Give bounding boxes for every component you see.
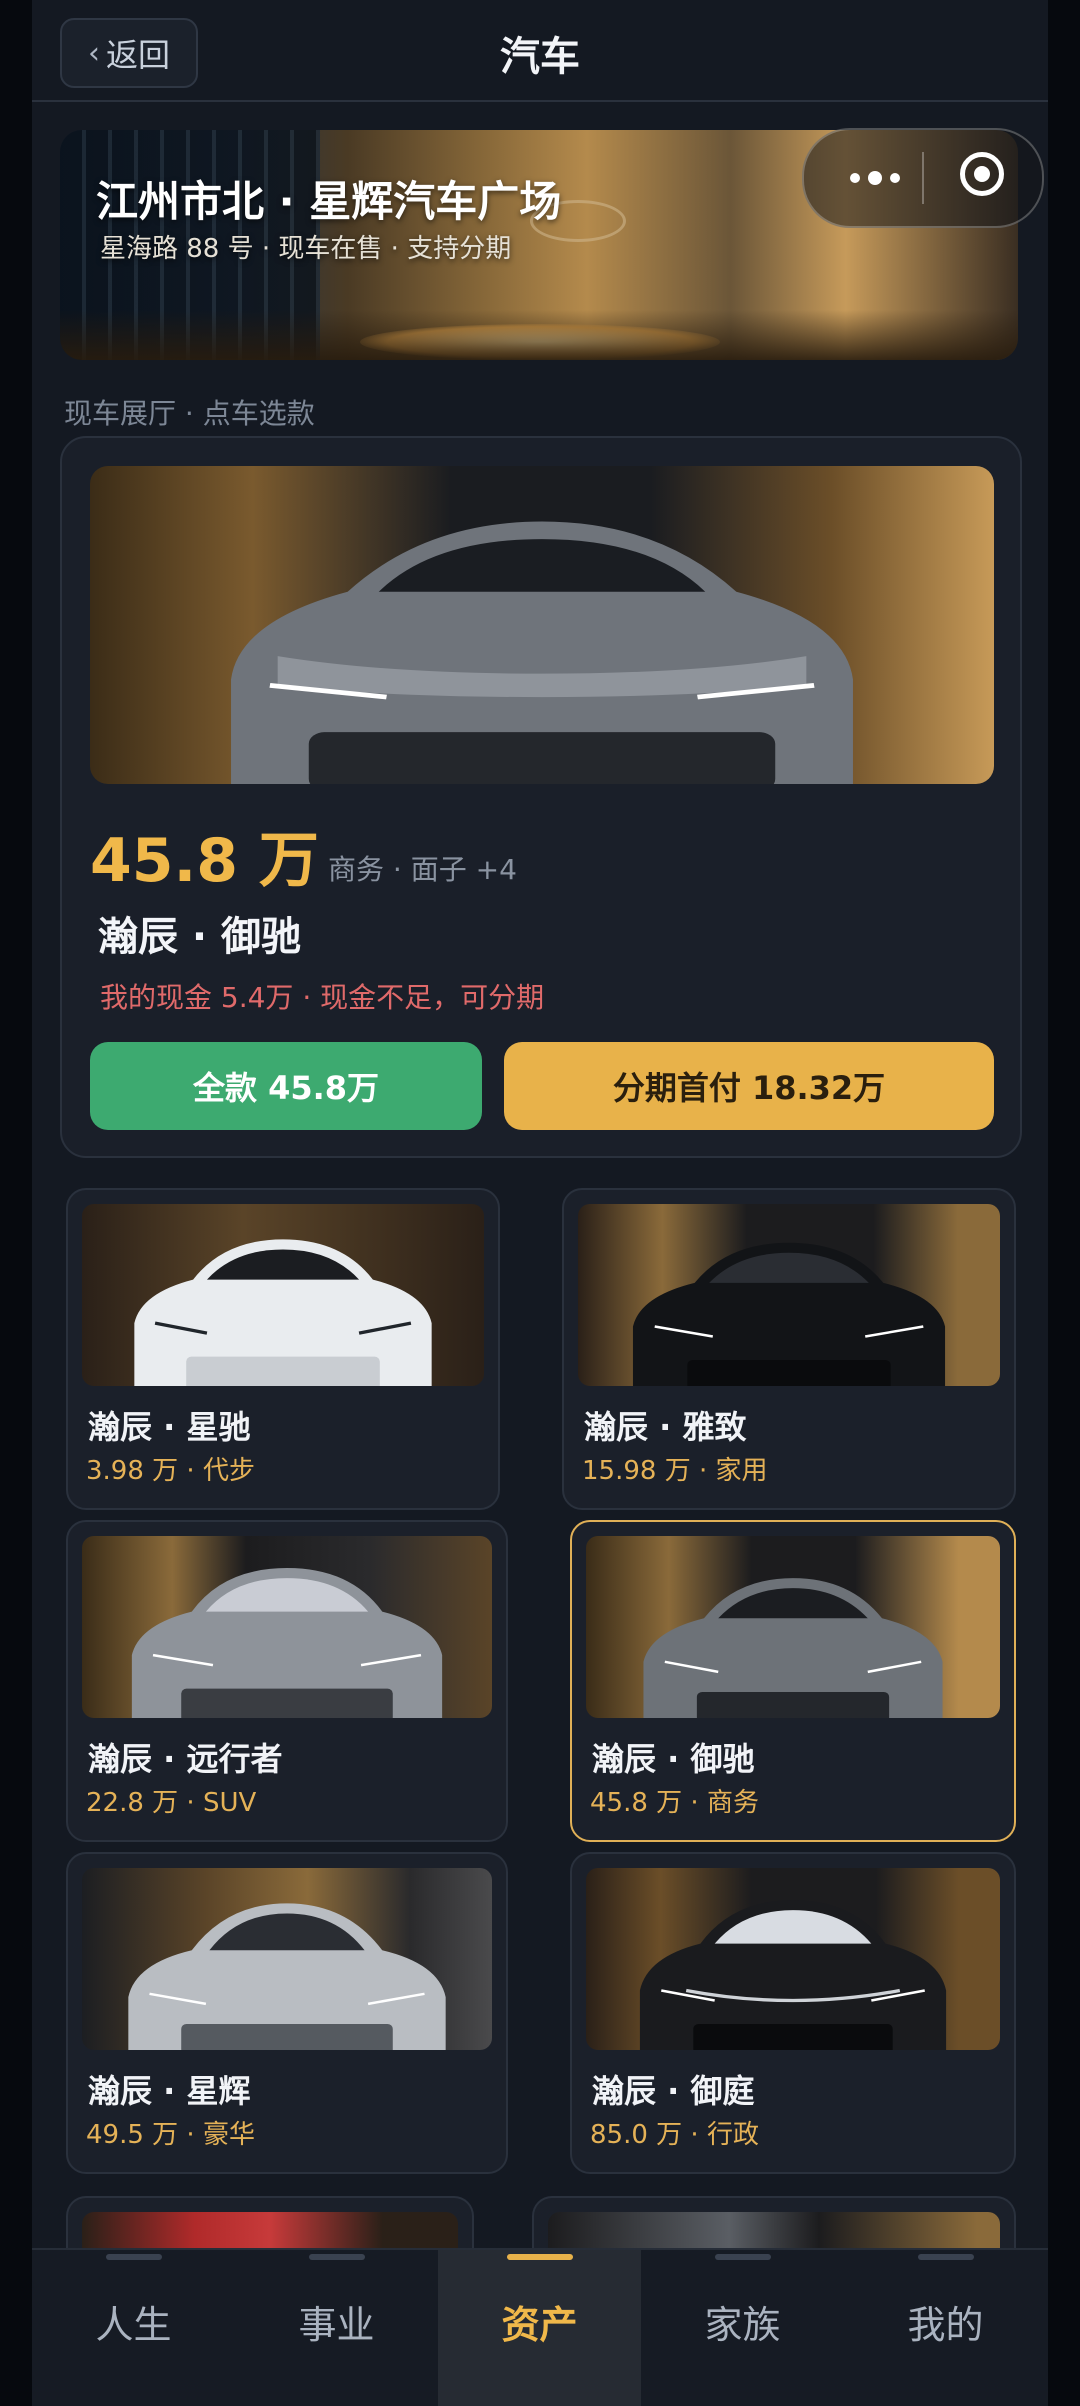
bottom-tab-bar: 人生 事业 资产 家族 我的 [32, 2248, 1048, 2406]
showroom-title: 江州市北 · 星辉汽车广场 [96, 177, 562, 226]
tab-label: 家族 [704, 2303, 781, 2347]
car-thumbnail [82, 1868, 492, 2050]
car-name: 瀚辰 · 星辉 [88, 2072, 251, 2110]
tab-label: 资产 [501, 2303, 578, 2347]
more-dots-icon[interactable] [830, 130, 920, 226]
car-price-meta: 49.5 万 · 豪华 [86, 2120, 255, 2150]
car-illustration [134, 1239, 432, 1386]
right-gutter [1048, 0, 1080, 2406]
showroom-subtitle: 星海路 88 号 · 现车在售 · 支持分期 [100, 234, 512, 264]
car-name: 瀚辰 · 御庭 [592, 2072, 755, 2110]
tab-family[interactable]: 家族 [641, 2250, 844, 2406]
installment-button[interactable]: 分期首付 18.32万 [504, 1042, 994, 1130]
tab-assets[interactable]: 资产 [438, 2250, 641, 2406]
featured-car-illustration [231, 521, 853, 784]
left-gutter [0, 0, 32, 2406]
car-name: 瀚辰 · 雅致 [584, 1408, 747, 1446]
tab-label: 事业 [298, 2303, 375, 2347]
featured-car-image [90, 466, 994, 784]
car-thumbnail [82, 1536, 492, 1718]
featured-car-card: 45.8 万 商务 · 面子 +4 瀚辰 · 御驰 我的现金 5.4万 · 现金… [60, 436, 1022, 1158]
showroom-floor [60, 310, 1018, 360]
tab-indicator [309, 2254, 365, 2260]
car-card-5[interactable]: 瀚辰 · 御庭 85.0 万 · 行政 [570, 1852, 1016, 2174]
cash-status-note: 我的现金 5.4万 · 现金不足，可分期 [100, 981, 545, 1014]
tab-mine[interactable]: 我的 [844, 2250, 1047, 2406]
featured-tags: 商务 · 面子 +4 [328, 853, 517, 886]
tab-indicator [507, 2254, 573, 2260]
car-card-2[interactable]: 瀚辰 · 远行者 22.8 万 · SUV [66, 1520, 508, 1842]
car-price-meta: 15.98 万 · 家用 [582, 1456, 768, 1486]
featured-car-name: 瀚辰 · 御驰 [98, 914, 302, 960]
car-thumbnail [82, 1204, 484, 1386]
car-card-4[interactable]: 瀚辰 · 星辉 49.5 万 · 豪华 [66, 1852, 508, 2174]
car-price-meta: 45.8 万 · 商务 [590, 1788, 759, 1818]
tab-indicator [106, 2254, 162, 2260]
car-thumbnail [578, 1204, 1000, 1386]
car-price-meta: 3.98 万 · 代步 [86, 1456, 255, 1486]
car-name: 瀚辰 · 远行者 [88, 1740, 283, 1778]
car-illustration [639, 1899, 947, 2050]
car-illustration [128, 1903, 446, 2050]
car-price-meta: 85.0 万 · 行政 [590, 2120, 759, 2150]
car-name: 瀚辰 · 星驰 [88, 1408, 251, 1446]
page-title: 汽车 [500, 34, 580, 80]
app-frame: ‹ 返回 汽车 江州市北 · 星辉汽车广场 星海路 88 号 · 现车在售 · … [32, 0, 1048, 2406]
car-card-0[interactable]: 瀚辰 · 星驰 3.98 万 · 代步 [66, 1188, 500, 1510]
tab-label: 我的 [907, 2303, 984, 2347]
car-illustration [632, 1242, 946, 1386]
section-label: 现车展厅 · 点车选款 [64, 397, 315, 430]
car-illustration [131, 1567, 443, 1718]
full-payment-button[interactable]: 全款 45.8万 [90, 1042, 482, 1130]
car-name: 瀚辰 · 御驰 [592, 1740, 755, 1778]
tab-label: 人生 [95, 2303, 172, 2347]
tab-career[interactable]: 事业 [235, 2250, 438, 2406]
car-card-1[interactable]: 瀚辰 · 雅致 15.98 万 · 家用 [562, 1188, 1016, 1510]
car-thumbnail [586, 1536, 1000, 1718]
miniapp-capsule [802, 128, 1044, 228]
car-illustration [643, 1577, 943, 1718]
tab-life[interactable]: 人生 [32, 2250, 235, 2406]
car-price-meta: 22.8 万 · SUV [86, 1788, 257, 1818]
capsule-divider [922, 152, 924, 204]
tab-indicator [918, 2254, 974, 2260]
tab-indicator [715, 2254, 771, 2260]
car-card-3[interactable]: 瀚辰 · 御驰 45.8 万 · 商务 [570, 1520, 1016, 1842]
featured-price: 45.8 万 [90, 826, 319, 896]
car-thumbnail [586, 1868, 1000, 2050]
target-icon[interactable] [960, 152, 1004, 196]
top-nav-bar: ‹ 返回 汽车 [32, 0, 1048, 102]
